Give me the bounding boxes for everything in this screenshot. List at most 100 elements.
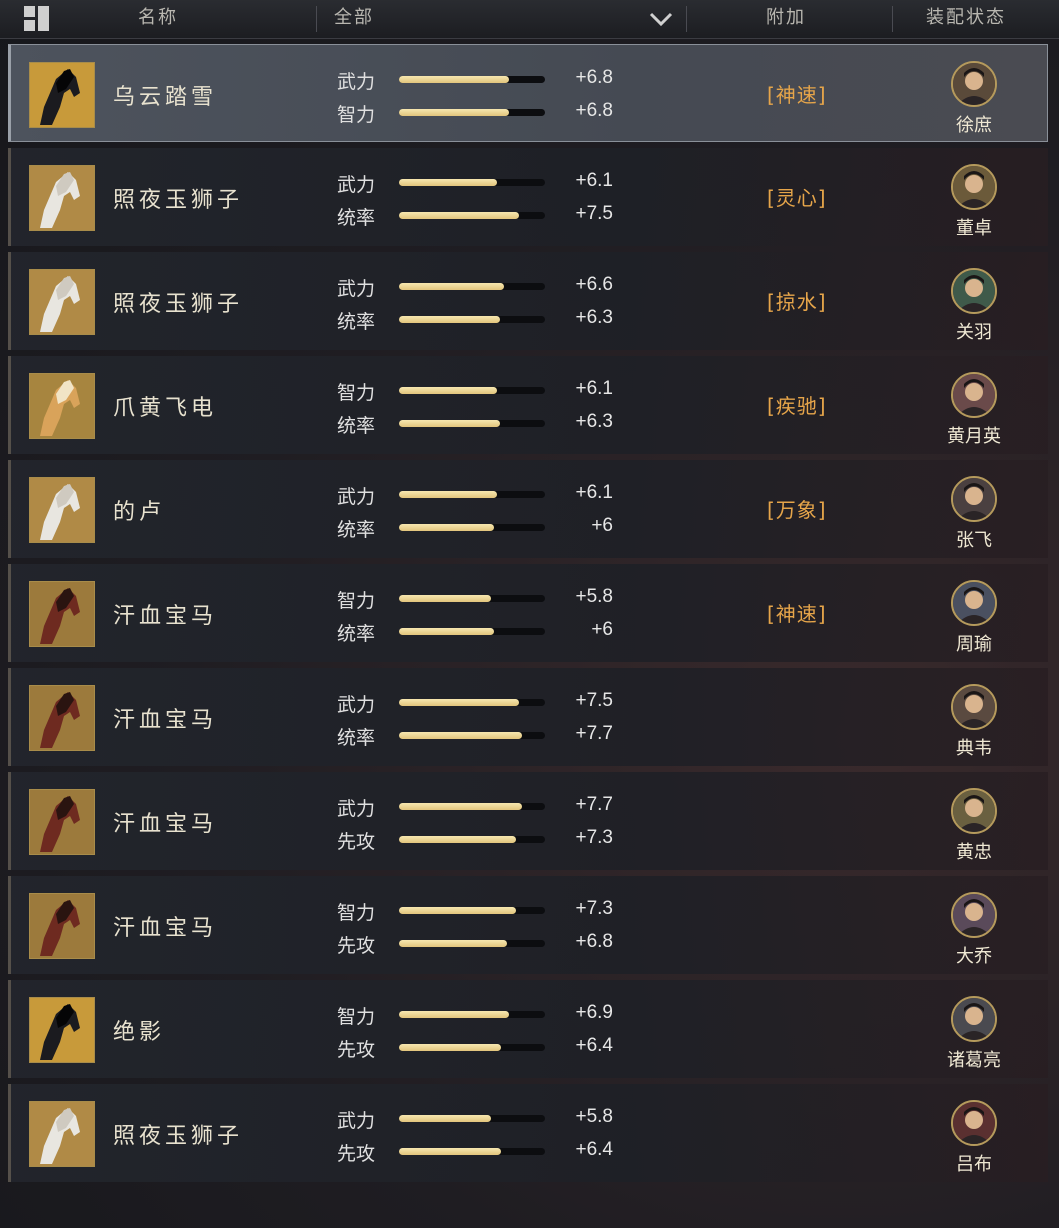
stat-line: 先攻 +7.3 — [337, 827, 627, 853]
layout-toggle-icon[interactable] — [24, 6, 50, 32]
stat-value: +6.8 — [575, 100, 613, 121]
stat-bar — [399, 491, 545, 498]
stat-label: 智力 — [337, 382, 376, 404]
horse-row[interactable]: 乌云踏雪 武力 +6.8 智力 +6.8 [神速] 徐庶 — [8, 44, 1048, 142]
horse-row[interactable]: 照夜玉狮子 武力 +5.8 先攻 +6.4 吕布 — [8, 1084, 1048, 1182]
stat-line: 武力 +6.6 — [337, 274, 627, 300]
stat-bar-fill — [399, 1115, 491, 1122]
stat-bar-fill — [399, 420, 500, 427]
stat-line: 智力 +6.8 — [337, 100, 627, 126]
stat-label: 武力 — [337, 1110, 376, 1132]
horse-row[interactable]: 汗血宝马 武力 +7.7 先攻 +7.3 黄忠 — [8, 772, 1048, 870]
stat-label: 统率 — [337, 207, 376, 229]
general-avatar[interactable] — [951, 580, 997, 626]
stat-bar-fill — [399, 907, 516, 914]
stat-line: 武力 +7.5 — [337, 690, 627, 716]
stat-line: 武力 +6.8 — [337, 67, 627, 93]
general-name: 典韦 — [956, 738, 992, 759]
general-avatar[interactable] — [951, 684, 997, 730]
filter-dropdown[interactable]: 全部 — [334, 0, 374, 38]
stat-value: +7.5 — [575, 203, 613, 224]
horse-portrait — [29, 373, 95, 439]
horse-row[interactable]: 汗血宝马 智力 +5.8 统率 +6 [神速] 周瑜 — [8, 564, 1048, 662]
stat-label: 武力 — [337, 278, 376, 300]
stat-value: +7.5 — [575, 690, 613, 711]
horse-row[interactable]: 照夜玉狮子 武力 +6.6 统率 +6.3 [掠水] 关羽 — [8, 252, 1048, 350]
stat-value: +7.3 — [575, 827, 613, 848]
stat-label: 智力 — [337, 902, 376, 924]
column-bonus-header[interactable]: 附加 — [766, 0, 806, 38]
stat-bar-fill — [399, 109, 509, 116]
stat-value: +6.4 — [575, 1035, 613, 1056]
stat-line: 智力 +6.9 — [337, 1002, 627, 1028]
stat-value: +6.4 — [575, 1139, 613, 1160]
horse-row[interactable]: 汗血宝马 武力 +7.5 统率 +7.7 典韦 — [8, 668, 1048, 766]
bonus-skill: [神速] — [767, 83, 827, 107]
horse-name: 乌云踏雪 — [113, 85, 218, 110]
stat-label: 智力 — [337, 1006, 376, 1028]
stat-bar-fill — [399, 76, 509, 83]
horse-row[interactable]: 的卢 武力 +6.1 统率 +6 [万象] 张飞 — [8, 460, 1048, 558]
stat-bar-fill — [399, 595, 491, 602]
stat-bar — [399, 283, 545, 290]
stat-bar — [399, 595, 545, 602]
stat-bar — [399, 907, 545, 914]
stat-label: 统率 — [337, 415, 376, 437]
horse-portrait — [29, 581, 95, 647]
stat-label: 先攻 — [337, 1143, 376, 1165]
stat-line: 先攻 +6.8 — [337, 931, 627, 957]
column-name-header[interactable]: 名称 — [138, 0, 178, 38]
horse-portrait — [29, 62, 95, 128]
header-divider — [892, 6, 893, 32]
horse-name: 照夜玉狮子 — [113, 188, 244, 213]
stat-line: 统率 +7.5 — [337, 203, 627, 229]
general-avatar[interactable] — [951, 892, 997, 938]
stat-bar — [399, 628, 545, 635]
stat-value: +6.6 — [575, 274, 613, 295]
general-avatar[interactable] — [951, 996, 997, 1042]
general-avatar[interactable] — [951, 61, 997, 107]
column-status-header[interactable]: 装配状态 — [926, 0, 1006, 38]
stat-line: 先攻 +6.4 — [337, 1035, 627, 1061]
horse-name: 汗血宝马 — [113, 708, 218, 733]
stat-value: +6.1 — [575, 378, 613, 399]
stat-value: +7.7 — [575, 723, 613, 744]
general-avatar[interactable] — [951, 788, 997, 834]
stat-value: +7.7 — [575, 794, 613, 815]
chevron-down-icon[interactable] — [648, 10, 674, 28]
stat-label: 武力 — [337, 694, 376, 716]
horse-name: 爪黄飞电 — [113, 396, 218, 421]
stat-line: 先攻 +6.4 — [337, 1139, 627, 1165]
general-name: 徐庶 — [956, 115, 992, 136]
stat-value: +6.3 — [575, 307, 613, 328]
stat-bar-fill — [399, 1011, 509, 1018]
stat-value: +6 — [591, 515, 613, 536]
general-avatar[interactable] — [951, 372, 997, 418]
stat-line: 武力 +7.7 — [337, 794, 627, 820]
stat-line: 武力 +6.1 — [337, 170, 627, 196]
horse-row[interactable]: 爪黄飞电 智力 +6.1 统率 +6.3 [疾驰] 黄月英 — [8, 356, 1048, 454]
header-divider — [686, 6, 687, 32]
general-avatar[interactable] — [951, 164, 997, 210]
general-avatar[interactable] — [951, 476, 997, 522]
horse-row[interactable]: 汗血宝马 智力 +7.3 先攻 +6.8 大乔 — [8, 876, 1048, 974]
stat-bar-fill — [399, 628, 494, 635]
stat-value: +5.8 — [575, 586, 613, 607]
stat-label: 统率 — [337, 727, 376, 749]
horse-portrait — [29, 789, 95, 855]
stat-line: 智力 +7.3 — [337, 898, 627, 924]
stat-label: 先攻 — [337, 831, 376, 853]
stat-line: 统率 +6 — [337, 515, 627, 541]
horse-row[interactable]: 照夜玉狮子 武力 +6.1 统率 +7.5 [灵心] 董卓 — [8, 148, 1048, 246]
horse-portrait — [29, 269, 95, 335]
stat-bar-fill — [399, 212, 519, 219]
stat-label: 武力 — [337, 71, 376, 93]
stat-line: 统率 +7.7 — [337, 723, 627, 749]
horse-row[interactable]: 绝影 智力 +6.9 先攻 +6.4 诸葛亮 — [8, 980, 1048, 1078]
general-name: 黄月英 — [947, 426, 1001, 447]
general-name: 张飞 — [956, 530, 992, 551]
general-name: 周瑜 — [956, 634, 992, 655]
stat-label: 智力 — [337, 590, 376, 612]
general-avatar[interactable] — [951, 1100, 997, 1146]
general-avatar[interactable] — [951, 268, 997, 314]
